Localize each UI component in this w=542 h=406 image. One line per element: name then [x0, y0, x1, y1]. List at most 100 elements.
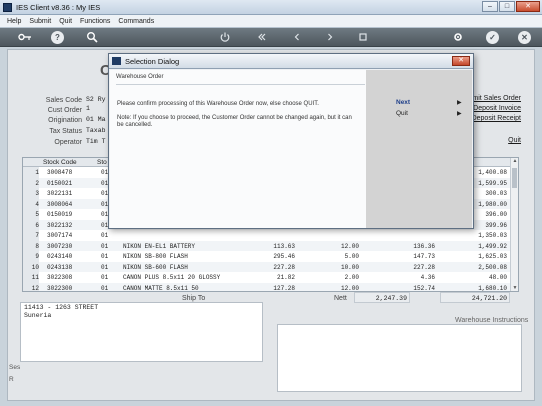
confirm-icon[interactable]: ✓ — [486, 31, 499, 44]
table-row[interactable]: 7 3007174 01 1,350.03 — [23, 230, 511, 241]
restore-button[interactable]: □ — [499, 1, 515, 12]
table-cell-d: 48.00 — [488, 274, 507, 281]
search-icon[interactable] — [85, 31, 98, 44]
close-button[interactable]: ✕ — [516, 1, 540, 12]
table-cell-d: 1,680.10 — [478, 284, 507, 292]
cust-order-field[interactable]: 1 — [86, 105, 90, 112]
table-cell-d: 2,500.08 — [478, 263, 507, 271]
table-row[interactable]: 12 3022300 01 CANON MATTE 8.5x11 50 127.28 12… — [23, 282, 511, 292]
cust-order-label: Cust Order — [47, 107, 82, 114]
table-cell-code: 3022131 — [47, 190, 73, 197]
table-cell-d: 1,625.03 — [478, 253, 507, 260]
window-titlebar: IES Client v8.36 : My IES – □ ✕ — [0, 0, 542, 15]
stop-icon[interactable] — [356, 31, 369, 44]
column-store[interactable]: Sto — [97, 159, 107, 166]
table-cell-code: 0243138 — [47, 263, 73, 271]
table-cell-d: 1,350.03 — [478, 232, 507, 239]
tax-status-label: Tax Status — [49, 128, 82, 135]
dialog-app-icon — [112, 57, 121, 65]
table-cell-c: 147.73 — [413, 253, 435, 260]
chevron-right-icon[interactable]: ▶ — [457, 110, 462, 117]
menu-submit[interactable]: Submit — [29, 18, 51, 25]
table-cell-desc: NIKON SB-800 FLASH — [123, 253, 188, 260]
dialog-message: Please confirm processing of this Wareho… — [117, 101, 319, 107]
column-stock-code[interactable]: Stock Code — [43, 159, 77, 166]
sales-code-label: Sales Code — [45, 97, 82, 104]
back-icon[interactable] — [290, 31, 303, 44]
table-cell-a: 227.28 — [273, 263, 295, 271]
table-cell-n: 12 — [23, 282, 39, 291]
scroll-down-icon[interactable]: ▼ — [511, 285, 518, 291]
table-cell-b: 2.00 — [344, 274, 359, 281]
scroll-thumb[interactable] — [512, 168, 517, 188]
deposit-receipt-link[interactable]: Deposit Receipt — [472, 115, 521, 122]
dialog-close-button[interactable]: ✕ — [452, 56, 470, 66]
grid-scrollbar[interactable]: ▲ ▼ — [510, 158, 518, 291]
operator-field[interactable]: Tim T — [86, 138, 106, 145]
table-row[interactable]: 11 3022308 01 CANON PLUS 8.5x11 20 GLOSSY 21… — [23, 272, 511, 283]
table-cell-st: 01 — [101, 263, 109, 271]
table-cell-n: 4 — [23, 198, 39, 209]
ship-to-box[interactable]: 11413 - 1263 STREET Suneria — [20, 302, 263, 362]
warehouse-instructions-label: Warehouse Instructions — [455, 317, 529, 324]
table-cell-n: 3 — [23, 188, 39, 199]
scroll-up-icon[interactable]: ▲ — [511, 158, 518, 166]
table-cell-d: 1,499.92 — [478, 242, 507, 250]
dialog-body: Warehouse Order Please confirm processin… — [110, 70, 472, 228]
chevron-right-icon[interactable]: ▶ — [457, 99, 462, 106]
table-cell-c: 152.74 — [413, 284, 435, 292]
help-icon[interactable]: ? — [51, 31, 64, 44]
menu-commands[interactable]: Commands — [118, 18, 154, 25]
sales-code-field[interactable]: S2 Ry — [86, 96, 106, 103]
table-cell-st: 01 — [101, 253, 109, 260]
table-cell-code: 3008064 — [47, 200, 73, 208]
deposit-invoice-link[interactable]: Deposit Invoice — [473, 105, 521, 112]
table-cell-b: 5.00 — [344, 253, 359, 260]
table-cell-code: 3022308 — [47, 274, 73, 281]
table-row[interactable]: 10 0243138 01 NIKON SB-600 FLASH 227.28 10.00… — [23, 261, 511, 272]
nett-total: 2,247.39 — [354, 292, 410, 303]
tax-status-field[interactable]: Taxab — [86, 127, 106, 134]
table-cell-code: 3007174 — [47, 232, 73, 239]
table-row[interactable]: 9 0243140 01 NIKON SB-800 FLASH 295.46 5.00 14… — [23, 251, 511, 262]
table-cell-b: 12.00 — [340, 242, 359, 250]
table-cell-code: 0243140 — [47, 253, 73, 260]
table-cell-code: 0150021 — [47, 179, 73, 187]
table-cell-st: 01 — [101, 242, 109, 250]
menu-functions[interactable]: Functions — [80, 18, 110, 25]
dialog-titlebar[interactable]: Selection Dialog ✕ — [109, 54, 473, 69]
cancel-icon[interactable]: ✕ — [518, 31, 531, 44]
minimize-button[interactable]: – — [482, 1, 498, 12]
quit-link[interactable]: Quit — [508, 137, 521, 144]
origination-field[interactable]: 01 Ma — [86, 116, 106, 123]
table-cell-a: 113.63 — [273, 242, 295, 250]
app-icon — [3, 3, 12, 12]
key-icon[interactable] — [18, 31, 31, 44]
table-row[interactable]: 8 3007230 01 NIKON EN-EL1 BATTERY 113.63 12.0… — [23, 240, 511, 251]
table-cell-desc: NIKON EN-EL1 BATTERY — [123, 242, 196, 250]
next-option[interactable]: Next — [396, 99, 410, 106]
table-cell-c: 136.36 — [413, 242, 435, 250]
toolbar: ? ✓ ✕ — [0, 28, 542, 47]
quit-option[interactable]: Quit — [396, 110, 408, 117]
window-controls: – □ ✕ — [482, 1, 540, 12]
rewind-icon[interactable] — [255, 31, 268, 44]
submit-sales-order-link[interactable]: mit Sales Order — [472, 95, 521, 102]
settings-icon[interactable] — [451, 31, 464, 44]
table-cell-desc: CANON PLUS 8.5x11 20 GLOSSY — [123, 274, 221, 281]
nett-label: Nett — [334, 295, 347, 302]
side-label: Ses — [9, 364, 21, 371]
table-cell-n: 8 — [23, 240, 39, 251]
forward-icon[interactable] — [323, 31, 336, 44]
table-cell-a: 21.82 — [276, 274, 295, 281]
table-cell-n: 7 — [23, 230, 39, 241]
ship-to-label: Ship To — [182, 295, 206, 302]
operator-label: Operator — [54, 139, 82, 146]
table-cell-st: 01 — [101, 284, 109, 292]
table-cell-a: 295.46 — [273, 253, 295, 260]
menu-quit[interactable]: Quit — [59, 18, 72, 25]
menu-help[interactable]: Help — [7, 18, 21, 25]
power-icon[interactable] — [218, 31, 231, 44]
warehouse-instructions-box[interactable] — [277, 324, 522, 392]
origination-label: Origination — [48, 117, 82, 124]
